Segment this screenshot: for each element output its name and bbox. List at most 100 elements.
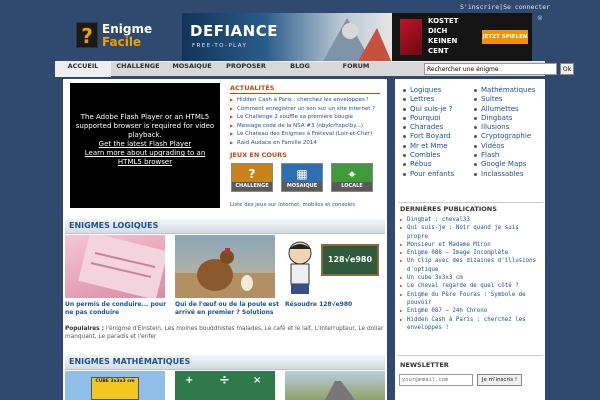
mosaic-icon: ▦ [282,164,322,184]
card-thumb-permis[interactable] [65,235,165,298]
category-link[interactable]: Logiques [402,86,470,95]
card-caption[interactable]: Un permis de conduire... pour ne pas con… [65,301,170,317]
nav-item-blog[interactable]: BLOG [273,62,327,77]
card-caption[interactable]: Résoudre 128√e980 [285,301,385,309]
news-item[interactable]: Le Chateau des Enigmes à Fréteval (Loir-… [230,130,380,139]
logic-section-header: ENIGMES LOGIQUES [65,219,385,234]
category-link[interactable]: Rébus [402,160,470,169]
license-image [78,235,165,298]
categories-right: Mathématiques Suites Allumettes Dingbats… [473,86,543,179]
games-list-link[interactable]: Liste des jeux sur Internet, mobiles et … [230,202,355,208]
section-title: ENIGMES MATHÉMATIQUES [69,357,191,366]
newsletter-submit-button[interactable]: Je m'inscris ! [477,374,522,386]
category-link[interactable]: Flash [473,151,543,160]
card-thumb-board[interactable]: 128√e980 [283,235,383,298]
ad-close-icon[interactable]: ⊗ [537,14,543,22]
video-player[interactable]: The Adobe Flash Player or an HTML5 suppo… [70,83,220,208]
card-thumb-math-symbols[interactable]: + ÷ × [175,371,275,400]
news-item[interactable]: Message codé de la NSA #3 (nbylcrhspclby… [230,122,380,131]
card-caption[interactable]: Qui de l'œuf ou de la poule est arrivé e… [175,301,279,317]
site-logo[interactable]: ? Enigme Facile [76,22,158,50]
category-link[interactable]: Pour enfants [402,170,470,179]
publication-item[interactable]: Hidden Cash à Paris : cherchez les envel… [400,316,543,333]
defiance-ad-banner[interactable]: DEFIANCE FREE-TO-PLAY [182,13,392,63]
card-thumb-road[interactable] [285,371,385,400]
publication-item[interactable]: Un cube 3x3x3 cm [400,274,543,283]
category-link[interactable]: Charades [402,123,470,132]
road-image [325,381,355,400]
map-pin-icon: ⌖ [332,164,372,184]
main-nav: ACCUEIL CHALLENGE MOSAIQUE PROPOSER BLOG… [55,61,574,77]
search-button[interactable]: Ok [560,63,574,75]
plus-icon: + [185,375,194,386]
news-item[interactable]: Le Challenge 2 souffle sa première bougi… [230,113,380,122]
chalkboard: 128√e980 [321,244,379,276]
category-link[interactable]: Cryptographie [473,132,543,141]
boy-figure-image [288,241,312,294]
ad-subtitle: FREE-TO-PLAY [192,43,248,49]
category-link[interactable]: Pourquoi [402,114,470,123]
login-link[interactable]: Se connecter [503,3,550,11]
nav-item-mosaique[interactable]: MOSAIQUE [165,62,219,77]
news-item[interactable]: Comment enregistrer un son sur un site i… [230,105,380,114]
chicken-image [175,248,275,298]
game-label: CHALLENGE [232,182,272,191]
nav-item-accueil[interactable]: ACCUEIL [55,62,111,77]
publication-item[interactable]: Qui suis-je : Noir quand je suis propre [400,224,543,241]
category-link[interactable]: Qui suis-je ? [402,105,470,114]
ad-line: KEINEN [428,37,458,45]
ad-line: DICH [428,27,448,35]
locale-game-button[interactable]: ⌖ LOCALE [331,163,373,192]
sidebar-divider [398,202,543,203]
question-mark-icon: ? [76,22,98,48]
publication-item[interactable]: Le cheval regarde de quel côté ? [400,282,543,291]
cube-box: CUBE 3x3x3 cm [91,377,139,400]
category-link[interactable]: Illusions [473,123,543,132]
game-label: LOCALE [332,182,372,191]
ad-character-art [322,18,392,63]
ad-line: CENT [428,47,449,55]
video-message: The Adobe Flash Player or an HTML5 suppo… [75,113,215,139]
publication-item[interactable]: Enigme 087 – 24h Chrono [400,307,543,316]
logo-line1: Enigme [102,22,153,36]
category-link[interactable]: Dingbats [473,114,543,123]
category-link[interactable]: Mr et Mme [402,142,470,151]
nav-item-challenge[interactable]: CHALLENGE [111,62,165,77]
category-link[interactable]: Lettres [402,95,470,104]
card-thumb-cube[interactable]: CUBE 3x3x3 cm [65,371,165,400]
challenge-game-button[interactable]: ? CHALLENGE [231,163,273,192]
news-item[interactable]: Hidden Cash à Paris : cherchez les envel… [230,96,380,105]
publications-heading: DERNIÈRES PUBLICATIONS [400,205,497,213]
publication-item[interactable]: Enigme du Père Fouras : Symbole de pouvo… [400,291,543,308]
video-message-block: The Adobe Flash Player or an HTML5 suppo… [74,113,216,167]
news-item[interactable]: Raid Audace en Famille 2014 [230,139,380,148]
kostet-ad-banner[interactable]: KOSTET DICH KEINEN CENT JETZT SPIELEN [392,13,532,63]
search-input[interactable] [424,63,557,75]
category-link[interactable]: Suites [473,95,543,104]
nav-item-proposer[interactable]: PROPOSER [219,62,273,77]
mosaique-game-button[interactable]: ▦ MOSAIQUE [281,163,323,192]
publication-item[interactable]: Monsieur et Madame Miron [400,241,543,250]
category-link[interactable]: Mathématiques [473,86,543,95]
category-link[interactable]: Vidéos [473,142,543,151]
math-section-header: ENIGMES MATHÉMATIQUES [65,355,385,370]
category-link[interactable]: Allumettes [473,105,543,114]
html5-link[interactable]: Learn more about upgrading to an HTML5 b… [74,149,216,167]
card-thumb-poule[interactable] [175,235,275,298]
ad-cube-graphic [400,19,422,55]
game-label: MOSAIQUE [282,182,322,191]
category-link[interactable]: Google Maps [473,160,543,169]
category-link[interactable]: Combles [402,151,470,160]
flash-link[interactable]: Get the latest Flash Player [74,140,216,149]
category-link[interactable]: Fort Boyard [402,132,470,141]
nav-item-forum[interactable]: FORUM [327,62,385,77]
play-now-button[interactable]: JETZT SPIELEN [482,30,528,44]
signup-link[interactable]: S'inscrire [460,3,499,11]
question-icon: ? [232,164,272,184]
popular-text[interactable]: l'énigme d'Einstein, Les moines bouddhis… [65,326,383,340]
category-link[interactable]: Inclassables [473,170,543,179]
publication-item[interactable]: Un clip avec des dizaines d'illusions d'… [400,257,543,274]
publication-item[interactable]: Dingbat : cheval33 [400,216,543,225]
publication-item[interactable]: Enigme 088 – Image Incomplète [400,249,543,258]
newsletter-email-input[interactable] [399,374,473,386]
